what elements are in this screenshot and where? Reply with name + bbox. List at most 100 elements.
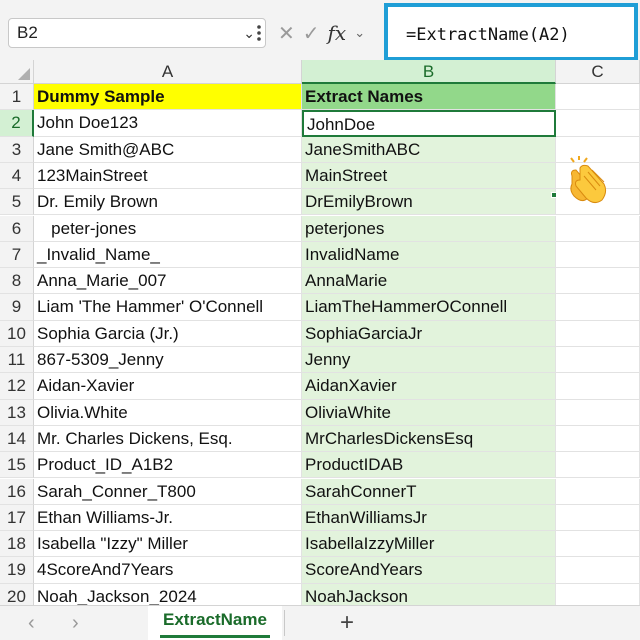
cell-c[interactable]: [556, 215, 640, 242]
column-header-a[interactable]: A: [34, 60, 302, 84]
cell-b[interactable]: JaneSmithABC: [302, 136, 556, 163]
select-all-corner[interactable]: [0, 60, 34, 84]
cell-c[interactable]: [556, 373, 640, 400]
cell-b[interactable]: IsabellaIzzyMiller: [302, 531, 556, 558]
row-header[interactable]: 19: [0, 557, 34, 584]
cell-b[interactable]: OliviaWhite: [302, 399, 556, 426]
cell-a[interactable]: John Doe123: [34, 110, 302, 137]
cell-c[interactable]: [556, 452, 640, 479]
row-header[interactable]: 6: [0, 215, 34, 242]
cell-a[interactable]: Sarah_Conner_T800: [34, 478, 302, 505]
row-header[interactable]: 1: [0, 84, 34, 111]
insert-function-icon[interactable]: fx: [328, 21, 347, 45]
name-box[interactable]: B2 ⌄: [8, 18, 266, 48]
row-header[interactable]: 7: [0, 241, 34, 269]
table-row: 8 Anna_Marie_007 AnnaMarie: [0, 268, 640, 295]
cell-c[interactable]: [556, 84, 640, 111]
active-cell[interactable]: JohnDoe: [302, 110, 556, 137]
column-header-c[interactable]: C: [556, 60, 640, 84]
cell-a[interactable]: Ethan Williams-Jr.: [34, 504, 302, 532]
cell-b[interactable]: MainStreet: [302, 162, 556, 190]
cell-c[interactable]: [556, 583, 640, 605]
cell-a[interactable]: Olivia.White: [34, 399, 302, 426]
row-header[interactable]: 8: [0, 268, 34, 295]
cell-c[interactable]: [556, 110, 640, 137]
cell-b[interactable]: NoahJackson: [302, 583, 556, 605]
cell-b[interactable]: EthanWilliamsJr: [302, 504, 556, 532]
cell-c[interactable]: [556, 557, 640, 584]
cell-a[interactable]: peter-jones: [34, 215, 302, 242]
cell-a[interactable]: Sophia Garcia (Jr.): [34, 320, 302, 347]
cell-b[interactable]: InvalidName: [302, 241, 556, 269]
row-header[interactable]: 10: [0, 320, 34, 347]
cell-c[interactable]: [556, 531, 640, 558]
fill-handle[interactable]: [551, 192, 557, 198]
row-header[interactable]: 13: [0, 399, 34, 426]
more-options-icon[interactable]: [252, 18, 266, 48]
cell-b[interactable]: AidanXavier: [302, 373, 556, 400]
row-header[interactable]: 17: [0, 504, 34, 532]
chevron-left-icon[interactable]: ‹: [28, 612, 35, 635]
cancel-icon[interactable]: ✕: [278, 21, 295, 46]
cell-b[interactable]: ProductIDAB: [302, 452, 556, 479]
cell-c[interactable]: [556, 347, 640, 374]
cell-b[interactable]: ScoreAndYears: [302, 557, 556, 584]
chevron-right-icon[interactable]: ›: [72, 612, 79, 635]
cell-b[interactable]: AnnaMarie: [302, 268, 556, 295]
cell-a[interactable]: Dr. Emily Brown: [34, 189, 302, 216]
cell-a[interactable]: Aidan-Xavier: [34, 373, 302, 400]
row-header[interactable]: 18: [0, 531, 34, 558]
table-row: 1 Dummy Sample Extract Names: [0, 84, 640, 111]
cell-a[interactable]: _Invalid_Name_: [34, 241, 302, 269]
table-row: 10 Sophia Garcia (Jr.) SophiaGarciaJr: [0, 320, 640, 347]
table-row: 5 Dr. Emily Brown DrEmilyBrown: [0, 189, 640, 216]
cell-c[interactable]: [556, 241, 640, 269]
column-header-b[interactable]: B: [302, 60, 556, 84]
cell-b[interactable]: MrCharlesDickensEsq: [302, 425, 556, 453]
cell-b[interactable]: SophiaGarciaJr: [302, 320, 556, 347]
cell-a[interactable]: 123MainStreet: [34, 162, 302, 190]
cell-c[interactable]: [556, 294, 640, 321]
cell-a[interactable]: Isabella "Izzy" Miller: [34, 531, 302, 558]
enter-icon[interactable]: ✓: [303, 21, 320, 46]
formula-input[interactable]: =ExtractName(A2): [384, 3, 638, 61]
row-header[interactable]: 4: [0, 162, 34, 190]
cell-b[interactable]: LiamTheHammerOConnell: [302, 294, 556, 321]
row-header[interactable]: 2: [0, 110, 34, 137]
cell-a[interactable]: Noah_Jackson_2024: [34, 583, 302, 605]
row-header[interactable]: 16: [0, 478, 34, 505]
table-row: 18 Isabella "Izzy" Miller IsabellaIzzyMill…: [0, 531, 640, 558]
spreadsheet-grid[interactable]: A B C 1 Dummy Sample Extract Names 2 John Do…: [0, 60, 640, 605]
row-header[interactable]: 11: [0, 347, 34, 374]
cell-b[interactable]: peterjones: [302, 215, 556, 242]
cell-a[interactable]: Jane Smith@ABC: [34, 136, 302, 163]
cell-c[interactable]: [556, 478, 640, 505]
cell-c[interactable]: [556, 425, 640, 453]
table-row: 19 4ScoreAnd7Years ScoreAndYears: [0, 557, 640, 584]
cell-c[interactable]: [556, 399, 640, 426]
sheet-tab-extractname[interactable]: ExtractName: [148, 606, 282, 640]
row-header[interactable]: 20: [0, 583, 34, 605]
cell-a[interactable]: 867-5309_Jenny: [34, 347, 302, 374]
cell-b[interactable]: Extract Names: [302, 84, 556, 111]
cell-a[interactable]: 4ScoreAnd7Years: [34, 557, 302, 584]
row-header[interactable]: 9: [0, 294, 34, 321]
row-header[interactable]: 5: [0, 189, 34, 216]
cell-b[interactable]: Jenny: [302, 347, 556, 374]
cell-a[interactable]: Product_ID_A1B2: [34, 452, 302, 479]
row-header[interactable]: 3: [0, 136, 34, 163]
cell-a[interactable]: Anna_Marie_007: [34, 268, 302, 295]
cell-c[interactable]: [556, 268, 640, 295]
cell-c[interactable]: [556, 320, 640, 347]
cell-b[interactable]: DrEmilyBrown: [302, 189, 556, 216]
cell-b[interactable]: SarahConnerT: [302, 478, 556, 505]
chevron-down-icon[interactable]: ⌄: [354, 25, 365, 41]
cell-a[interactable]: Liam 'The Hammer' O'Connell: [34, 294, 302, 321]
row-header[interactable]: 15: [0, 452, 34, 479]
row-header[interactable]: 12: [0, 373, 34, 400]
cell-c[interactable]: [556, 504, 640, 532]
cell-a[interactable]: Dummy Sample: [34, 84, 302, 111]
cell-a[interactable]: Mr. Charles Dickens, Esq.: [34, 425, 302, 453]
plus-icon[interactable]: +: [340, 609, 354, 637]
row-header[interactable]: 14: [0, 425, 34, 453]
